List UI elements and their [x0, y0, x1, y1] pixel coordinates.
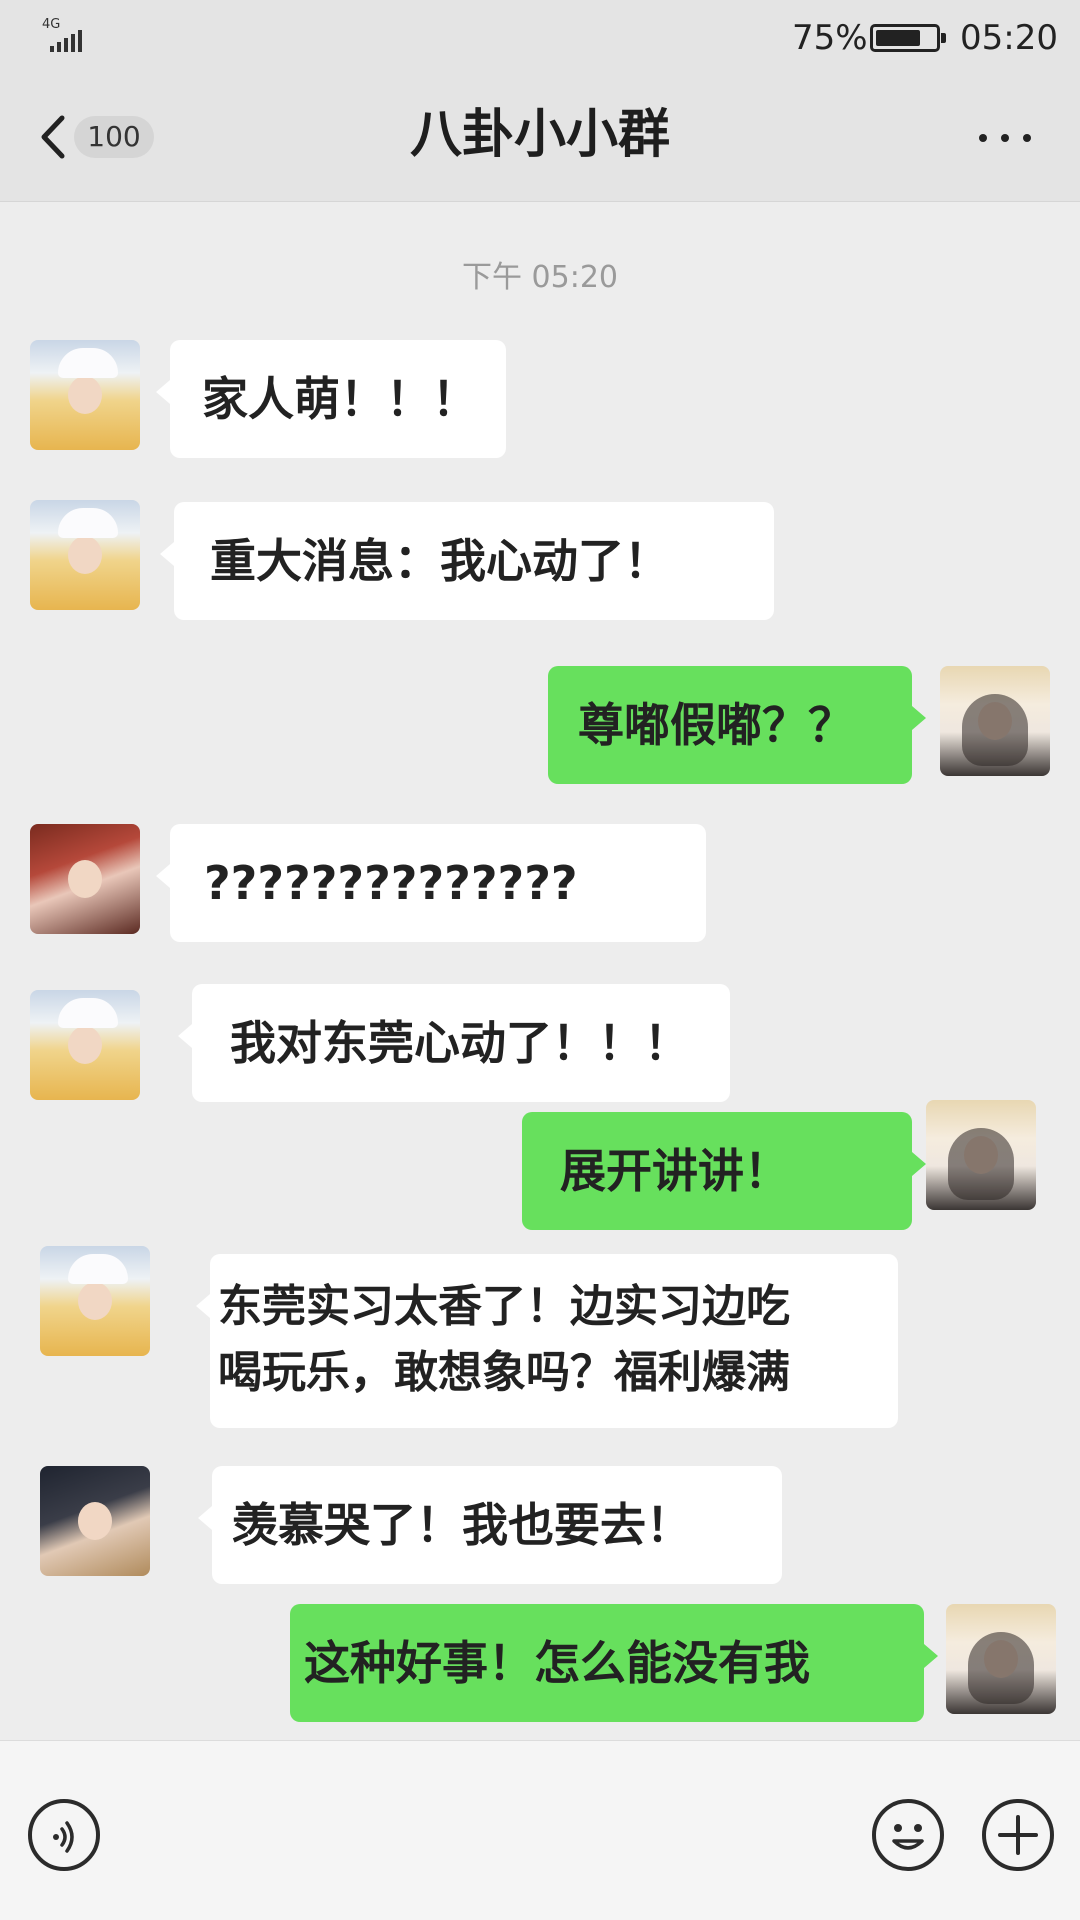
message-text: 展开讲讲！: [560, 1144, 790, 1198]
avatar[interactable]: [30, 500, 140, 610]
chat-timestamp: 下午 05:20: [462, 260, 618, 295]
more-options-button[interactable]: [975, 118, 1035, 158]
message-text-line: 喝玩乐，敢想象吗？福利爆满: [218, 1347, 790, 1398]
more-dots-icon: [979, 134, 987, 142]
voice-icon: [53, 1821, 74, 1853]
message-bubble[interactable]: 家人萌！！！: [156, 340, 506, 458]
plus-button[interactable]: [982, 1799, 1054, 1871]
avatar[interactable]: [30, 824, 140, 934]
message-text: 这种好事！怎么能没有我: [304, 1636, 810, 1690]
avatar[interactable]: [30, 340, 140, 450]
avatar[interactable]: [40, 1246, 150, 1356]
voice-button[interactable]: [28, 1799, 100, 1871]
message-text: 尊嘟假嘟？？: [578, 698, 854, 752]
message-text: 家人萌！！！: [202, 372, 478, 426]
chat-title: 八卦小小群: [409, 105, 670, 165]
signal-icon: 4G: [40, 18, 100, 58]
battery-icon: [870, 24, 946, 52]
message-bubble[interactable]: 尊嘟假嘟？？: [548, 666, 926, 784]
avatar[interactable]: [946, 1604, 1056, 1714]
message-bubble[interactable]: 东莞实习太香了！边实习边吃 喝玩乐，敢想象吗？福利爆满: [196, 1254, 898, 1428]
plus-icon: [998, 1815, 1038, 1855]
network-type: 4G: [42, 17, 61, 32]
message-bubble[interactable]: ??????????????: [156, 824, 706, 942]
message-bubble[interactable]: 我对东莞心动了！！！: [178, 984, 730, 1102]
emoji-icon: [892, 1824, 924, 1850]
emoji-button[interactable]: [872, 1799, 944, 1871]
avatar[interactable]: [30, 990, 140, 1100]
message-text: ??????????????: [204, 856, 578, 910]
message-bubble[interactable]: 重大消息：我心动了！: [160, 502, 774, 620]
battery-percent: 75%: [792, 18, 868, 58]
message-text: 重大消息：我心动了！: [210, 534, 670, 588]
status-bar: 4G 75% 05:20: [0, 0, 1080, 70]
message-text-line: 东莞实习太香了！边实习边吃: [218, 1281, 790, 1332]
message-bubble[interactable]: 羡慕哭了！我也要去！: [198, 1466, 782, 1584]
message-bubble[interactable]: 展开讲讲！: [522, 1112, 926, 1230]
message-text: 羡慕哭了！我也要去！: [232, 1498, 692, 1552]
avatar[interactable]: [940, 666, 1050, 776]
chat-header: 100 八卦小小群: [0, 70, 1080, 202]
avatar[interactable]: [40, 1466, 150, 1576]
chat-input-bar: [0, 1740, 1080, 1920]
message-bubble[interactable]: 这种好事！怎么能没有我: [290, 1604, 938, 1722]
status-clock: 05:20: [960, 18, 1058, 58]
avatar[interactable]: [926, 1100, 1036, 1210]
message-text: 我对东莞心动了！！！: [230, 1016, 690, 1070]
